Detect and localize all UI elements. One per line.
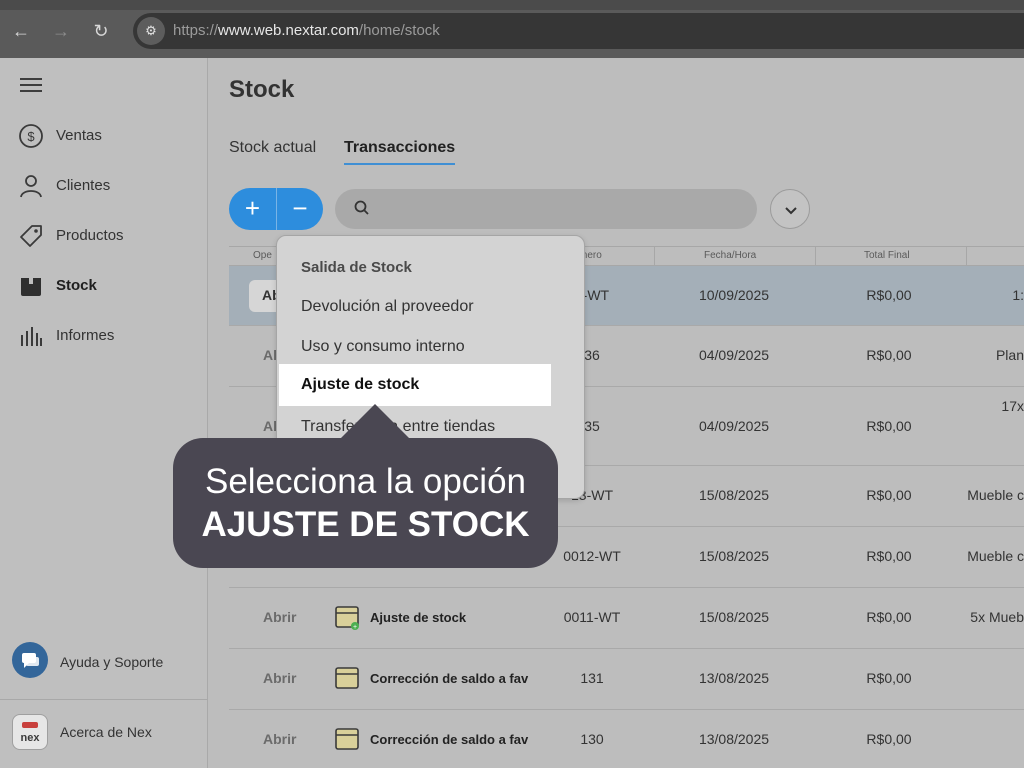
- search-icon: [354, 200, 369, 215]
- cell-description: 5x Mueb: [970, 609, 1024, 625]
- callout-instruction: Selecciona la opción: [204, 462, 527, 501]
- back-arrow-icon[interactable]: ←: [10, 20, 32, 42]
- cell-total: R$0,00: [866, 347, 912, 363]
- tutorial-callout: Selecciona la opción AJUSTE DE STOCK: [173, 438, 558, 568]
- cell-fecha: 15/08/2025: [698, 609, 770, 625]
- menu-item-devolucion[interactable]: Devolución al proveedor: [301, 298, 474, 316]
- cell-description: Mueble c: [967, 548, 1024, 564]
- box-icon: [21, 278, 41, 296]
- menu-item-uso-interno[interactable]: Uso y consumo interno: [301, 338, 465, 356]
- cell-description: Plan: [995, 347, 1024, 363]
- add-entry-button[interactable]: +: [229, 188, 276, 230]
- cell-numero: 0011-WT: [563, 609, 621, 625]
- svg-text:+: +: [353, 624, 357, 631]
- cell-total: R$0,00: [866, 487, 912, 503]
- dollar-circle-icon: $: [19, 124, 43, 148]
- table-row[interactable]: Abrir + Ajuste de stock 0011-WT 15/08/20…: [229, 589, 1024, 649]
- cell-total: R$0,00: [866, 670, 912, 686]
- header-total: Total Final: [864, 250, 910, 261]
- cell-total: R$0,00: [866, 609, 912, 625]
- cell-total: R$0,00: [866, 548, 912, 564]
- browser-toolbar: ← → ↻ ⚙ https://www.web.nextar.com/home/…: [0, 0, 1024, 58]
- cell-fecha: 15/08/2025: [698, 487, 770, 503]
- open-link[interactable]: Abrir: [263, 670, 296, 686]
- header-operacion: Ope: [253, 250, 272, 261]
- menu-item-ajuste-stock[interactable]: Ajuste de stock: [279, 364, 551, 406]
- table-row[interactable]: Abrir Corrección de saldo a fav 130 13/0…: [229, 711, 1024, 768]
- cell-numero: 0012-WT: [563, 548, 621, 564]
- cell-total: R$0,00: [866, 731, 912, 747]
- sidebar-item-stock[interactable]: Stock: [0, 264, 208, 308]
- cell-total: R$0,00: [866, 287, 912, 303]
- about-nex-link[interactable]: nex Acerca de Nex: [0, 700, 208, 762]
- cell-fecha: 10/09/2025: [698, 287, 770, 303]
- sidebar-item-label: Clientes: [56, 177, 111, 194]
- search-input[interactable]: [335, 189, 757, 229]
- site-settings-icon[interactable]: ⚙: [137, 17, 165, 45]
- user-icon: [20, 175, 42, 198]
- tab-stock-actual[interactable]: Stock actual: [229, 139, 316, 163]
- menu-title: Salida de Stock: [301, 259, 412, 276]
- reload-icon[interactable]: ↻: [90, 20, 112, 42]
- cell-numero: 131: [580, 670, 604, 686]
- about-nex-label: Acerca de Nex: [60, 724, 152, 740]
- cell-description: 1:: [1012, 287, 1024, 303]
- cell-fecha: 13/08/2025: [698, 670, 770, 686]
- callout-pointer: [339, 404, 411, 440]
- bar-chart-icon: [21, 327, 42, 346]
- open-link[interactable]: Abrir: [263, 731, 296, 747]
- open-link[interactable]: Al: [263, 347, 277, 363]
- cell-fecha: 04/09/2025: [698, 418, 770, 434]
- sidebar-item-ventas[interactable]: $ Ventas: [0, 114, 208, 158]
- cell-fecha: 15/08/2025: [698, 548, 770, 564]
- cell-type: Corrección de saldo a fav: [370, 671, 529, 686]
- header-fecha: Fecha/Hora: [704, 250, 757, 261]
- sidebar-item-clientes[interactable]: Clientes: [0, 164, 208, 208]
- open-link[interactable]: Al: [263, 418, 277, 434]
- cell-description: Mueble c: [967, 487, 1024, 503]
- cell-fecha: 04/09/2025: [698, 347, 770, 363]
- sidebar-item-label: Stock: [56, 277, 97, 294]
- forward-arrow-icon[interactable]: →: [50, 20, 72, 42]
- sidebar-item-informes[interactable]: Informes: [0, 314, 208, 358]
- sidebar-item-label: Ventas: [56, 127, 102, 144]
- svg-text:$: $: [27, 129, 35, 144]
- stock-box-icon: [335, 667, 359, 689]
- help-support-link[interactable]: Ayuda y Soporte: [0, 630, 208, 692]
- add-remove-button-group: + −: [229, 188, 323, 230]
- callout-highlight: AJUSTE DE STOCK: [201, 505, 530, 544]
- url-text: https://www.web.nextar.com/home/stock: [173, 22, 440, 39]
- stock-adjust-box-icon: +: [335, 606, 359, 631]
- page-title: Stock: [229, 76, 295, 103]
- sidebar-item-label: Productos: [56, 227, 124, 244]
- cell-numero: 130: [580, 731, 604, 747]
- chevron-down-icon: [785, 207, 797, 215]
- sidebar-item-productos[interactable]: Productos: [0, 214, 208, 258]
- cell-fecha: 13/08/2025: [698, 731, 770, 747]
- sidebar: $ Ventas Clientes Productos Stock Inform…: [0, 58, 208, 768]
- stock-box-icon: [335, 728, 359, 750]
- cell-description: 17x: [1001, 398, 1024, 414]
- help-support-label: Ayuda y Soporte: [60, 654, 164, 670]
- nex-logo: nex: [12, 714, 48, 750]
- cell-type: Corrección de saldo a fav: [370, 732, 529, 747]
- address-bar[interactable]: ⚙ https://www.web.nextar.com/home/stock: [133, 13, 1024, 49]
- tab-transacciones[interactable]: Transacciones: [344, 139, 456, 165]
- cell-total: R$0,00: [866, 418, 912, 434]
- table-row[interactable]: Abrir Corrección de saldo a fav 131 13/0…: [229, 650, 1024, 710]
- sidebar-item-label: Informes: [56, 327, 115, 344]
- tag-icon: [20, 225, 42, 247]
- menu-hamburger-icon[interactable]: [20, 78, 42, 96]
- cell-type: Ajuste de stock: [370, 610, 467, 625]
- open-link[interactable]: Abrir: [263, 609, 296, 625]
- expand-filters-button[interactable]: [770, 189, 810, 229]
- remove-entry-button[interactable]: −: [276, 188, 323, 230]
- chat-bubble-icon: [12, 642, 48, 678]
